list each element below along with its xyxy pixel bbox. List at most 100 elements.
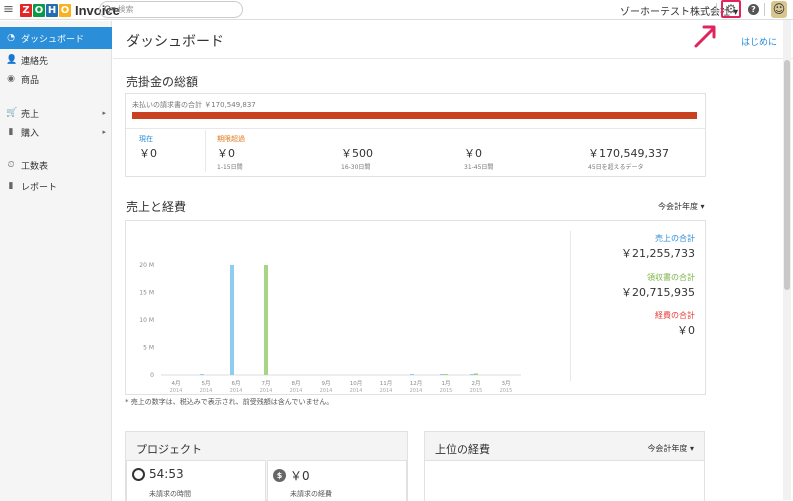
x-tick-label: 9月: [322, 380, 331, 387]
divider: [205, 130, 206, 172]
bucket-amount: ￥170,549,337: [588, 147, 669, 160]
x-tick-label: 2014: [290, 388, 303, 394]
unbilled-expenses-label: 未請求の経費: [290, 490, 332, 498]
x-tick-label: 2014: [380, 388, 393, 394]
top-expenses-title: 上位の経費: [435, 443, 490, 456]
sidebar-item-items[interactable]: ◉ 商品: [0, 68, 112, 90]
current-amount: ￥0: [139, 147, 157, 160]
receivables-current[interactable]: 現在 ￥0: [139, 134, 157, 161]
scroll-thumb[interactable]: [784, 60, 790, 290]
unpaid-total: 未払いの請求書の合計 ￥170,549,837: [132, 101, 256, 109]
divider: [716, 3, 717, 16]
bucket-range: 45日を超えるデータ: [588, 164, 644, 171]
menu-icon[interactable]: ≡: [3, 2, 14, 18]
projects-card: プロジェクト 54:53 未請求の時間 $ ￥0 未請求の経費: [125, 431, 408, 501]
top-bar: ≡ Z O H O Invoice Q▾ 検索 ゾーホーテスト株式会社 ▾ ⚙ …: [0, 0, 793, 20]
bucket-amount: ￥0: [464, 147, 482, 160]
org-name: ゾーホーテスト株式会社: [620, 7, 730, 18]
dollar-icon: $: [273, 469, 286, 482]
sidebar-item-label: 商品: [21, 75, 40, 86]
sidebar-item-label: レポート: [21, 182, 58, 193]
divider: [764, 3, 765, 16]
projects-title: プロジェクト: [136, 443, 202, 456]
avatar[interactable]: ☺: [771, 1, 787, 18]
contacts-icon: 👤: [6, 55, 18, 65]
sidebar-item-purchases[interactable]: ▮ 購入 ▸: [0, 121, 112, 143]
chart-bar: [200, 374, 204, 375]
clock-icon: [132, 467, 145, 481]
unbilled-hours-box[interactable]: 54:53 未請求の時間: [126, 460, 266, 501]
unbilled-expenses-box[interactable]: $ ￥0 未請求の経費: [267, 460, 407, 501]
period-label: 今会計年度: [658, 202, 698, 211]
receivables-card: 未払いの請求書の合計 ￥170,549,837 現在 ￥0 期限超過 ￥0 1-…: [125, 93, 706, 177]
y-tick-label: 15 M: [139, 290, 154, 297]
x-tick-label: 2014: [200, 388, 213, 394]
logo-letter: Z: [20, 3, 32, 17]
help-icon[interactable]: ?: [748, 4, 759, 15]
x-tick-label: 8月: [292, 380, 301, 387]
receivables-title: 売掛金の総額: [126, 75, 199, 89]
bucket-range: 1-15日間: [217, 164, 243, 171]
receivables-bucket[interactable]: ￥0 31-45日間: [464, 134, 493, 171]
chart-bar: [230, 265, 234, 375]
x-tick-label: 12月: [410, 380, 423, 387]
chart-bar: [444, 374, 448, 375]
sidebar-item-timesheet[interactable]: ⏲ 工数表: [0, 154, 112, 176]
sidebar-item-label: 売上: [21, 109, 40, 120]
unbilled-hours-value: 54:53: [149, 467, 184, 481]
logo-letter: O: [33, 3, 45, 17]
total-sales-amount: ￥21,255,733: [621, 247, 695, 260]
logo-letter: O: [59, 3, 71, 17]
getting-started-link[interactable]: はじめに: [741, 35, 777, 48]
dashboard-icon: ◔: [7, 33, 15, 43]
annotation-arrow-icon: [694, 25, 716, 48]
top-expenses-period-dropdown[interactable]: 今会計年度 ▾: [647, 443, 694, 454]
period-dropdown[interactable]: 今会計年度 ▾: [658, 201, 705, 212]
bucket-amount: ￥500: [341, 147, 373, 160]
total-receipts-label: 領収書の合計: [647, 273, 695, 282]
x-tick-label: 2015: [470, 388, 483, 394]
x-tick-label: 6月: [232, 380, 241, 387]
items-icon: ◉: [7, 74, 15, 84]
unbilled-hours-label: 未請求の時間: [149, 490, 191, 498]
x-tick-label: 3月: [502, 380, 511, 387]
chart-bar: [470, 374, 474, 375]
bucket-range: 16-30日間: [341, 164, 371, 171]
x-tick-label: 5月: [202, 380, 211, 387]
x-tick-label: 2014: [410, 388, 423, 394]
scrollbar[interactable]: [783, 20, 791, 500]
gear-icon[interactable]: ⚙: [721, 0, 741, 18]
sidebar-item-label: 連絡先: [21, 56, 49, 67]
sales-expenses-title: 売上と経費: [126, 200, 187, 214]
search-input[interactable]: Q▾ 検索: [99, 1, 243, 18]
total-sales-label: 売上の合計: [655, 234, 695, 243]
x-tick-label: 2015: [440, 388, 453, 394]
y-tick-label: 10 M: [139, 317, 154, 324]
x-tick-label: 4月: [172, 380, 181, 387]
x-tick-label: 2014: [230, 388, 243, 394]
x-tick-label: 11月: [380, 380, 393, 387]
top-expenses-card: 上位の経費 今会計年度 ▾: [424, 431, 705, 501]
sales-expenses-chart: 05 M10 M15 M20 M4月20145月20146月20147月2014…: [139, 262, 521, 394]
current-label: 現在: [139, 135, 153, 143]
receivables-bucket[interactable]: 期限超過 ￥0 1-15日間: [217, 134, 245, 171]
sidebar-item-reports[interactable]: ▮ レポート: [0, 175, 112, 197]
x-tick-label: 7月: [262, 380, 271, 387]
search-icon[interactable]: Q▾: [104, 5, 116, 15]
y-tick-label: 20 M: [139, 262, 154, 269]
x-tick-label: 10月: [350, 380, 363, 387]
chart-bar: [440, 374, 444, 375]
sidebar-item-dashboard[interactable]: ◔ ダッシュボード: [0, 27, 112, 49]
receivables-bucket[interactable]: ￥170,549,337 45日を超えるデータ: [588, 134, 669, 171]
main-content: ダッシュボード はじめに 売掛金の総額 未払いの請求書の合計 ￥170,549,…: [113, 21, 793, 501]
sales-expenses-card: 05 M 10 M 15 M 20 M 4月 2014 5月 2014 6月 2014 7月 2014…: [125, 220, 706, 395]
x-tick-label: 2月: [472, 380, 481, 387]
x-tick-label: 2014: [320, 388, 333, 394]
receivables-bucket[interactable]: ￥500 16-30日間: [341, 134, 373, 171]
receivables-bar[interactable]: [132, 112, 697, 119]
sales-icon: 🛒: [6, 108, 18, 118]
x-tick-label: 2015: [500, 388, 513, 394]
x-tick-label: 2014: [260, 388, 273, 394]
divider: [126, 128, 705, 129]
x-tick-label: 2014: [350, 388, 363, 394]
